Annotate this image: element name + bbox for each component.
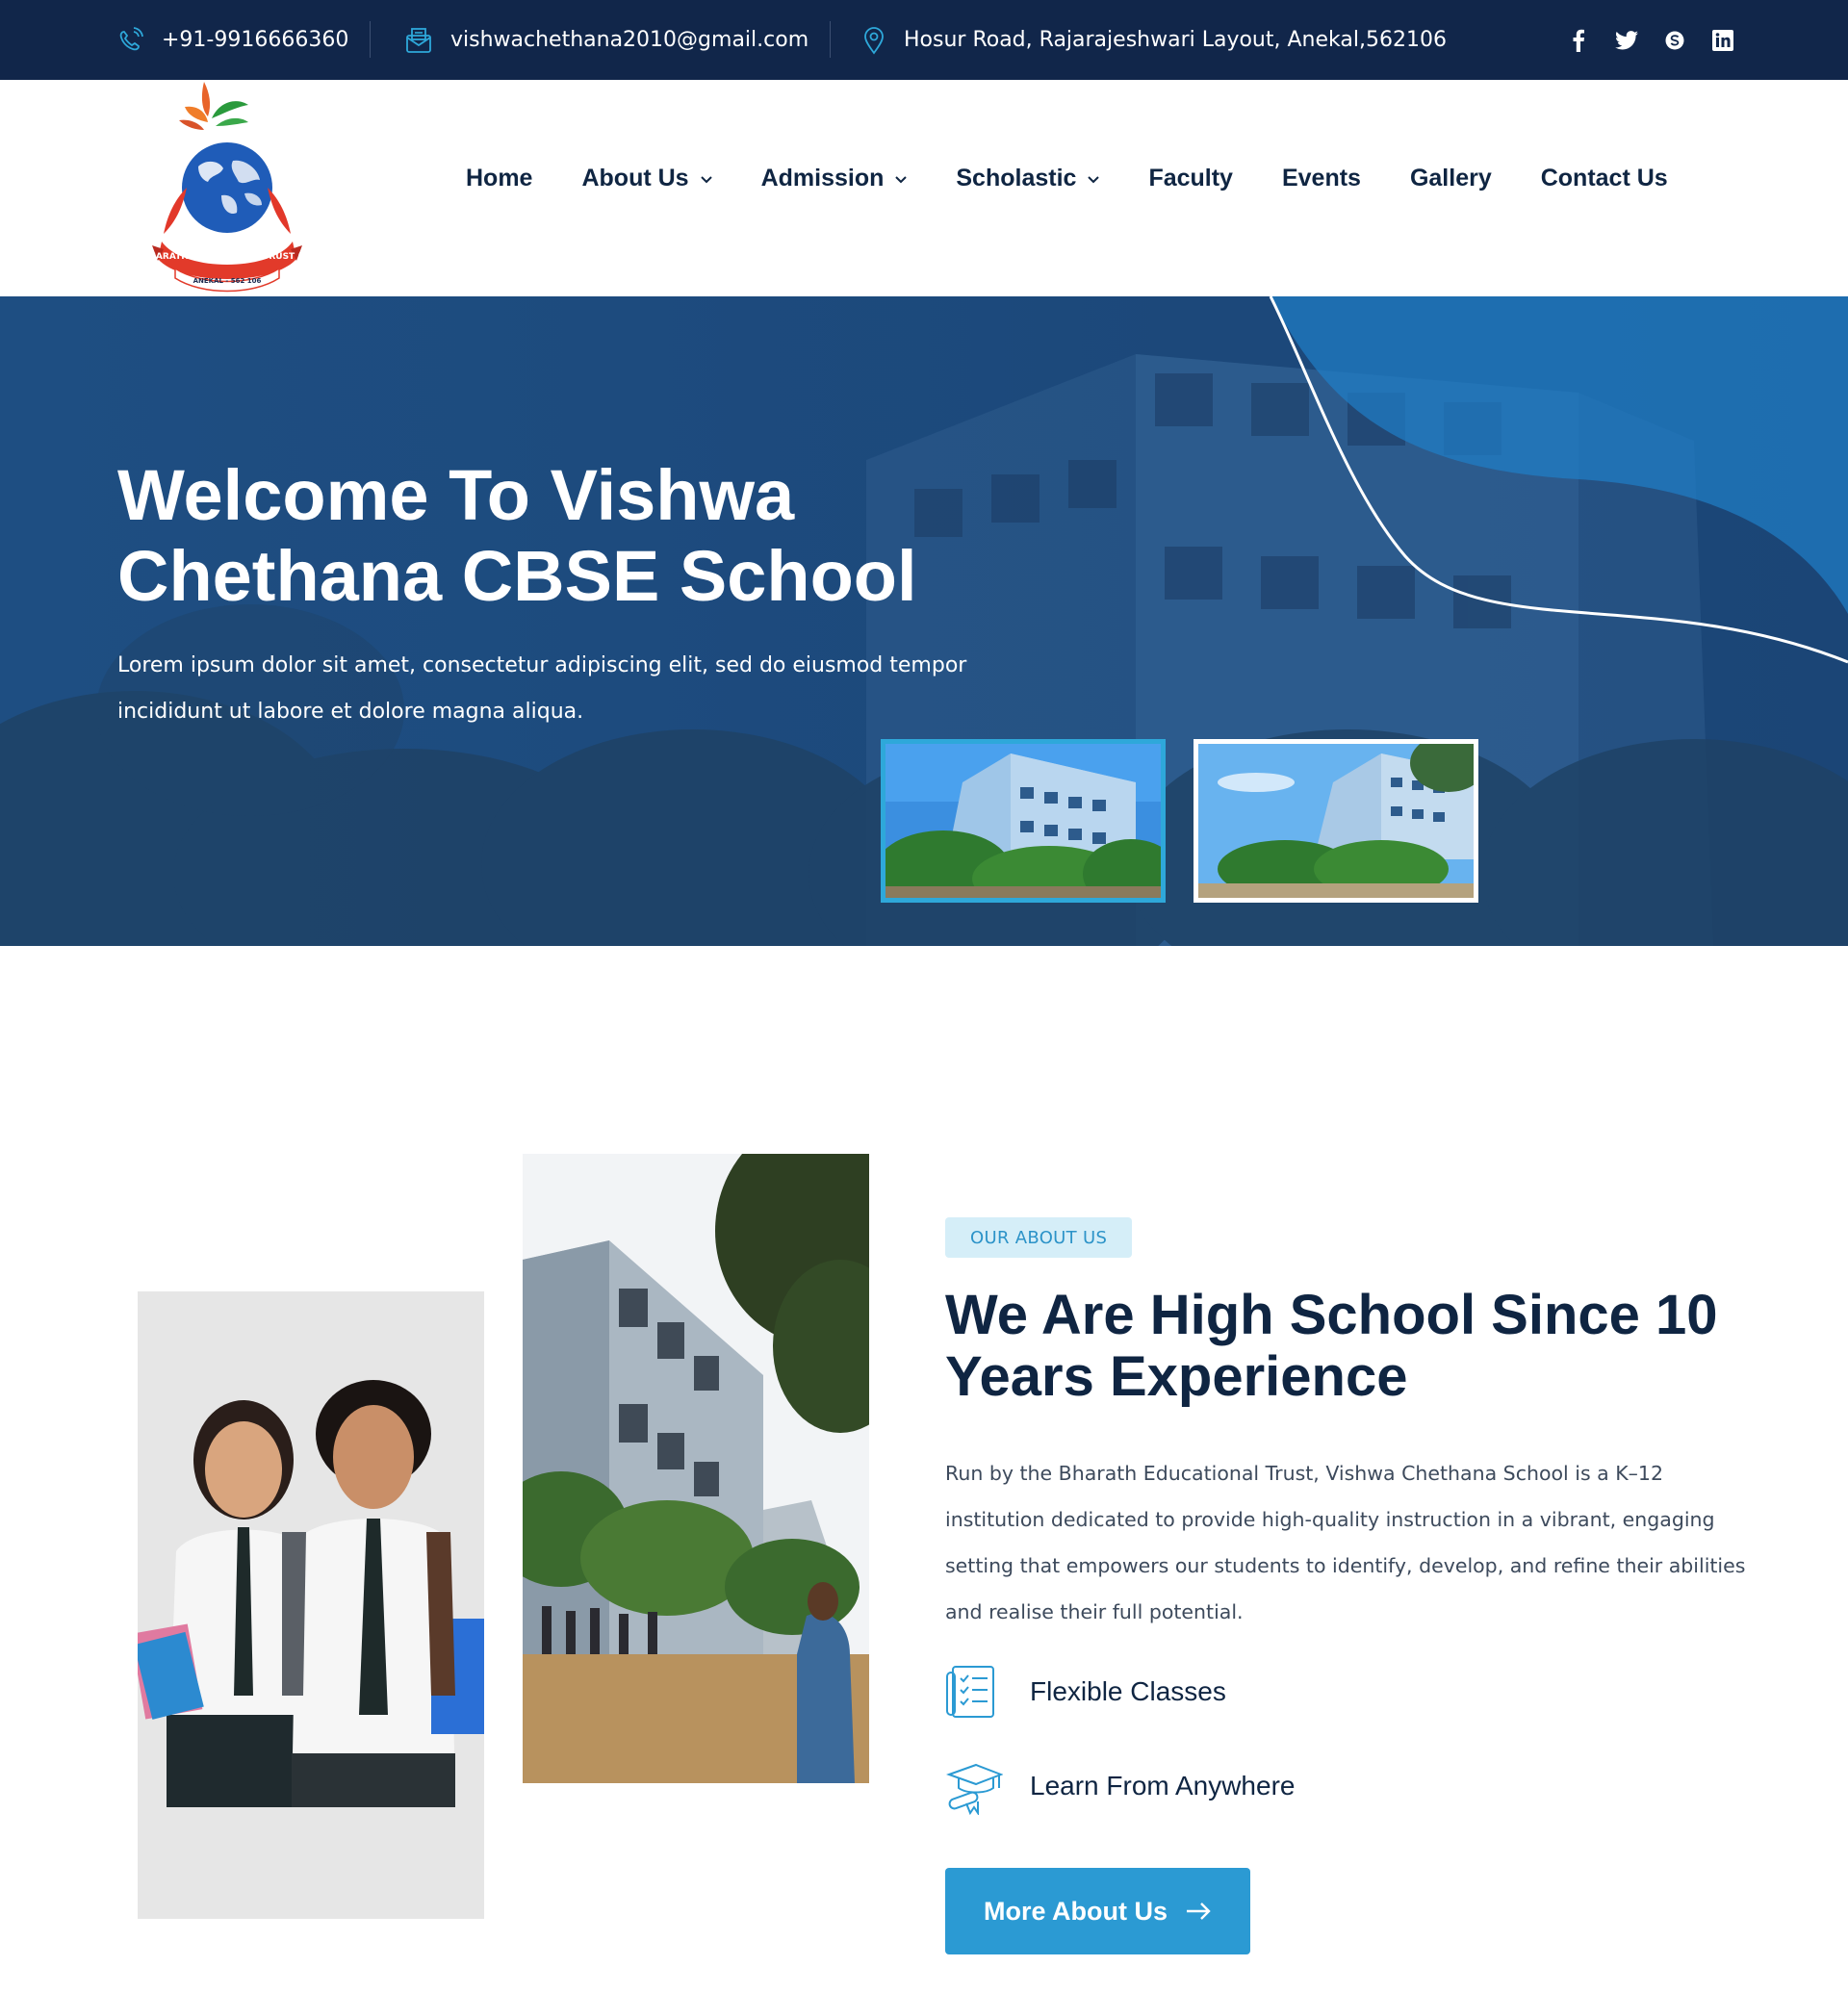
address-text: Hosur Road, Rajarajeshwari Layout, Aneka…: [904, 28, 1447, 52]
chevron-down-icon: [1088, 175, 1100, 183]
twitter-icon[interactable]: [1615, 29, 1638, 52]
arrow-right-icon: [1187, 1903, 1211, 1920]
hero-title-line: Chethana CBSE School: [117, 536, 917, 616]
nav-item-scholastic[interactable]: Scholastic: [956, 165, 1100, 192]
email-contact[interactable]: vishwachethana2010@gmail.com: [404, 0, 808, 80]
school-logo[interactable]: BHARATH EDUCATIONAL TRUST (R) ANEKAL - 5…: [142, 80, 312, 296]
email-address: vishwachethana2010@gmail.com: [450, 28, 809, 52]
about-title: We Are High School Since 10 Years Experi…: [945, 1284, 1718, 1408]
school-building-image: [1198, 734, 1487, 898]
graduation-cap-icon: [946, 1763, 1003, 1815]
nav-item-gallery[interactable]: Gallery: [1410, 165, 1492, 192]
feature-label: Flexible Classes: [1030, 1676, 1226, 1706]
button-label: More About Us: [984, 1896, 1168, 1926]
logo-arc-text: BHARATH EDUCATIONAL TRUST (R): [144, 252, 310, 262]
address-contact: Hosur Road, Rajarajeshwari Layout, Aneka…: [861, 0, 1447, 80]
hero-subtitle: Lorem ipsum dolor sit amet, consectetur …: [117, 653, 967, 724]
slider-thumbnail-active[interactable]: [876, 739, 1179, 911]
nav-label: Contact Us: [1540, 165, 1668, 192]
nav-item-events[interactable]: Events: [1282, 165, 1361, 192]
nav-item-admission[interactable]: Admission: [761, 165, 908, 192]
nav-label: Faculty: [1148, 165, 1233, 192]
school-building-photo: [523, 1154, 869, 1783]
nav-label: Events: [1281, 165, 1361, 192]
mail-icon: [406, 27, 431, 53]
chevron-down-icon: [895, 175, 908, 183]
checklist-icon: [946, 1666, 994, 1718]
social-links: [1567, 0, 1734, 80]
divider: [830, 21, 831, 58]
feature-learn-from-anywhere: Learn From Anywhere: [945, 1757, 1295, 1815]
feature-flexible-classes: Flexible Classes: [945, 1663, 1226, 1721]
main-nav: Home About Us Admission Scholastic Facul…: [466, 165, 1717, 192]
students-image: [138, 1291, 484, 1919]
nav-label: Scholastic: [956, 165, 1077, 192]
facebook-icon[interactable]: [1567, 29, 1590, 52]
nav-item-home[interactable]: Home: [466, 165, 532, 192]
about-description: Run by the Bharath Educational Trust, Vi…: [945, 1462, 1746, 1623]
more-about-us-button[interactable]: More About Us: [945, 1868, 1250, 1954]
nav-item-contact-us[interactable]: Contact Us: [1541, 165, 1668, 192]
nav-label: Admission: [760, 165, 885, 192]
section-badge: OUR ABOUT US: [945, 1217, 1133, 1258]
hero-title-line: Welcome To Vishwa: [117, 455, 795, 535]
linkedin-icon[interactable]: [1711, 29, 1734, 52]
nav-item-about-us[interactable]: About Us: [581, 165, 712, 192]
nav-label: Home: [466, 165, 533, 192]
phone-contact[interactable]: +91-9916666360: [116, 0, 348, 80]
logo-ribbon-text: ANEKAL - 562 106: [193, 277, 262, 285]
chevron-down-icon: [700, 175, 712, 183]
skype-icon[interactable]: [1663, 29, 1686, 52]
phone-icon: [119, 26, 143, 50]
location-pin-icon: [864, 26, 884, 55]
feature-label: Learn From Anywhere: [1030, 1771, 1296, 1800]
divider: [370, 21, 371, 58]
nav-label: Gallery: [1409, 165, 1492, 192]
school-building-image: [876, 744, 1179, 911]
slider-thumbnail[interactable]: [1194, 734, 1487, 903]
hero-title: Welcome To Vishwa Chethana CBSE School: [117, 455, 984, 617]
nav-label: About Us: [581, 165, 689, 192]
phone-number: +91-9916666360: [162, 28, 349, 52]
site-header: BHARATH EDUCATIONAL TRUST (R) ANEKAL - 5…: [0, 80, 1848, 296]
nav-item-faculty[interactable]: Faculty: [1148, 165, 1233, 192]
top-bar: +91-9916666360 vishwachethana2010@gmail.…: [0, 0, 1848, 80]
hero-banner: Welcome To Vishwa Chethana CBSE School L…: [0, 296, 1848, 946]
